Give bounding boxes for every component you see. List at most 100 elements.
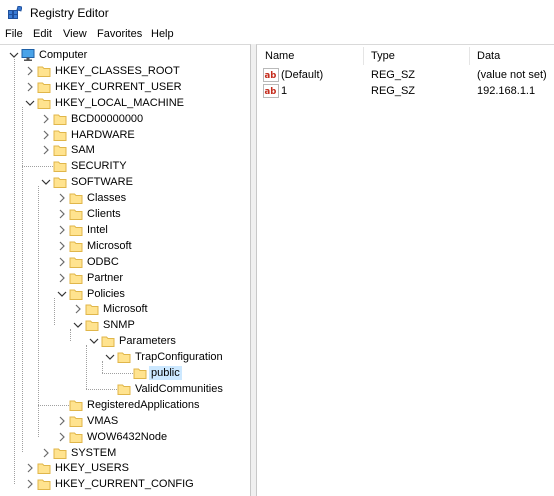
menu-edit[interactable]: Edit	[33, 28, 52, 40]
value-type: REG_SZ	[371, 85, 416, 97]
menu-bar: File Edit View Favorites Help	[0, 26, 554, 44]
chevron-right-icon[interactable]	[56, 240, 68, 252]
chevron-right-icon[interactable]	[72, 303, 84, 315]
computer-icon	[21, 48, 35, 62]
chevron-right-icon[interactable]	[56, 415, 68, 427]
tree-node-hkey-current-user[interactable]: HKEY_CURRENT_USER	[24, 79, 246, 95]
folder-icon	[69, 398, 83, 412]
tree-node-label: SYSTEM	[71, 446, 117, 459]
chevron-down-icon[interactable]	[24, 97, 36, 109]
tree-node-label: Microsoft	[103, 303, 148, 316]
folder-icon	[69, 430, 83, 444]
chevron-right-icon[interactable]	[40, 447, 52, 459]
tree-node-hkey-users[interactable]: HKEY_USERS	[24, 460, 246, 476]
tree-node-security[interactable]: SECURITY	[40, 158, 246, 174]
folder-icon	[69, 271, 83, 285]
column-header-data[interactable]: Data	[477, 50, 500, 62]
folder-icon	[101, 334, 115, 348]
chevron-down-icon[interactable]	[88, 335, 100, 347]
tree-node-computer[interactable]: Computer	[8, 47, 246, 63]
chevron-right-icon[interactable]	[56, 208, 68, 220]
folder-icon	[37, 477, 51, 491]
tree-node-sam[interactable]: SAM	[40, 142, 246, 158]
tree-node-label: Classes	[87, 192, 127, 205]
value-name: (Default)	[281, 69, 324, 81]
values-pane[interactable]: Name Type Data ab (Default) REG_SZ (valu…	[256, 44, 554, 496]
svg-text:ab: ab	[265, 71, 277, 81]
folder-icon	[53, 175, 67, 189]
chevron-down-icon[interactable]	[40, 176, 52, 188]
tree-node-trapconfiguration[interactable]: TrapConfiguration	[104, 349, 246, 365]
tree-node-label: Computer	[39, 49, 88, 61]
tree-node-hkey-classes-root[interactable]: HKEY_CLASSES_ROOT	[24, 63, 246, 79]
chevron-right-icon[interactable]	[40, 144, 52, 156]
chevron-down-icon[interactable]	[56, 288, 68, 300]
chevron-right-icon[interactable]	[56, 224, 68, 236]
tree-node-microsoft[interactable]: Microsoft	[72, 301, 246, 317]
column-divider[interactable]	[469, 47, 470, 65]
chevron-right-icon[interactable]	[24, 81, 36, 93]
tree-node-vmas[interactable]: VMAS	[56, 413, 246, 429]
tree-node-intel[interactable]: Intel	[56, 222, 246, 238]
folder-icon	[53, 143, 67, 157]
chevron-down-icon[interactable]	[72, 319, 84, 331]
folder-icon	[37, 64, 51, 78]
menu-favorites[interactable]: Favorites	[97, 28, 142, 40]
tree-node-label: TrapConfiguration	[135, 351, 223, 364]
tree-node-hardware[interactable]: HARDWARE	[40, 127, 246, 143]
key-tree-pane[interactable]: Computer HKEY_CLASSES_ROOT HKEY_CURRENT_US…	[0, 44, 251, 496]
value-type: REG_SZ	[371, 69, 416, 81]
tree-node-registeredapplications[interactable]: RegisteredApplications	[56, 397, 246, 413]
folder-icon	[117, 382, 131, 396]
tree-node-partner[interactable]: Partner	[56, 270, 246, 286]
tree-node-snmp[interactable]: SNMP	[72, 317, 246, 333]
tree-node-wow6432node[interactable]: WOW6432Node	[56, 429, 246, 445]
folder-icon	[69, 255, 83, 269]
chevron-right-icon[interactable]	[56, 192, 68, 204]
chevron-right-icon[interactable]	[40, 113, 52, 125]
tree-node-hkey-local-machine[interactable]: HKEY_LOCAL_MACHINE	[24, 95, 246, 111]
tree-node-odbc[interactable]: ODBC	[56, 254, 246, 270]
chevron-down-icon[interactable]	[104, 351, 116, 363]
tree-node-public[interactable]: public	[120, 365, 246, 381]
chevron-right-icon[interactable]	[24, 65, 36, 77]
chevron-right-icon[interactable]	[56, 431, 68, 443]
tree-node-parameters[interactable]: Parameters	[88, 333, 246, 349]
chevron-down-icon[interactable]	[8, 49, 20, 61]
chevron-right-icon[interactable]	[24, 462, 36, 474]
tree-node-label: BCD00000000	[71, 112, 144, 125]
chevron-right-icon[interactable]	[40, 129, 52, 141]
tree-node-system[interactable]: SYSTEM	[40, 445, 246, 461]
chevron-right-icon[interactable]	[56, 272, 68, 284]
tree-node-classes[interactable]: Classes	[56, 190, 246, 206]
value-row[interactable]: ab 1 REG_SZ 192.168.1.1	[257, 83, 553, 99]
tree-connector-line	[54, 297, 55, 326]
chevron-right-icon[interactable]	[24, 478, 36, 490]
tree-node-label: HARDWARE	[71, 128, 135, 141]
menu-file[interactable]: File	[5, 28, 23, 40]
tree-node-label: SNMP	[103, 319, 135, 332]
folder-icon	[69, 207, 83, 221]
tree-node-bcd00000000[interactable]: BCD00000000	[40, 111, 246, 127]
tree-node-validcommunities[interactable]: ValidCommunities	[104, 381, 246, 397]
tree-node-software[interactable]: SOFTWARE	[40, 174, 246, 190]
tree-node-hkey-current-config[interactable]: HKEY_CURRENT_CONFIG	[24, 476, 246, 492]
value-row[interactable]: ab (Default) REG_SZ (value not set)	[257, 67, 553, 83]
menu-help[interactable]: Help	[151, 28, 174, 40]
folder-icon	[85, 318, 99, 332]
tree-node-policies[interactable]: Policies	[56, 286, 246, 302]
tree-node-microsoft[interactable]: Microsoft	[56, 238, 246, 254]
tree-connector-line	[102, 361, 103, 373]
tree-node-label: SECURITY	[71, 160, 127, 173]
title-bar: Registry Editor	[0, 0, 554, 26]
column-header-type[interactable]: Type	[371, 50, 395, 62]
tree-node-label: Intel	[87, 223, 108, 236]
menu-view[interactable]: View	[63, 28, 87, 40]
tree-node-label: Clients	[87, 208, 121, 220]
tree-node-clients[interactable]: Clients	[56, 206, 246, 222]
column-header-name[interactable]: Name	[265, 50, 294, 62]
chevron-right-icon[interactable]	[56, 256, 68, 268]
tree-node-label: Policies	[87, 287, 125, 300]
column-divider[interactable]	[363, 47, 364, 65]
folder-icon	[69, 239, 83, 253]
